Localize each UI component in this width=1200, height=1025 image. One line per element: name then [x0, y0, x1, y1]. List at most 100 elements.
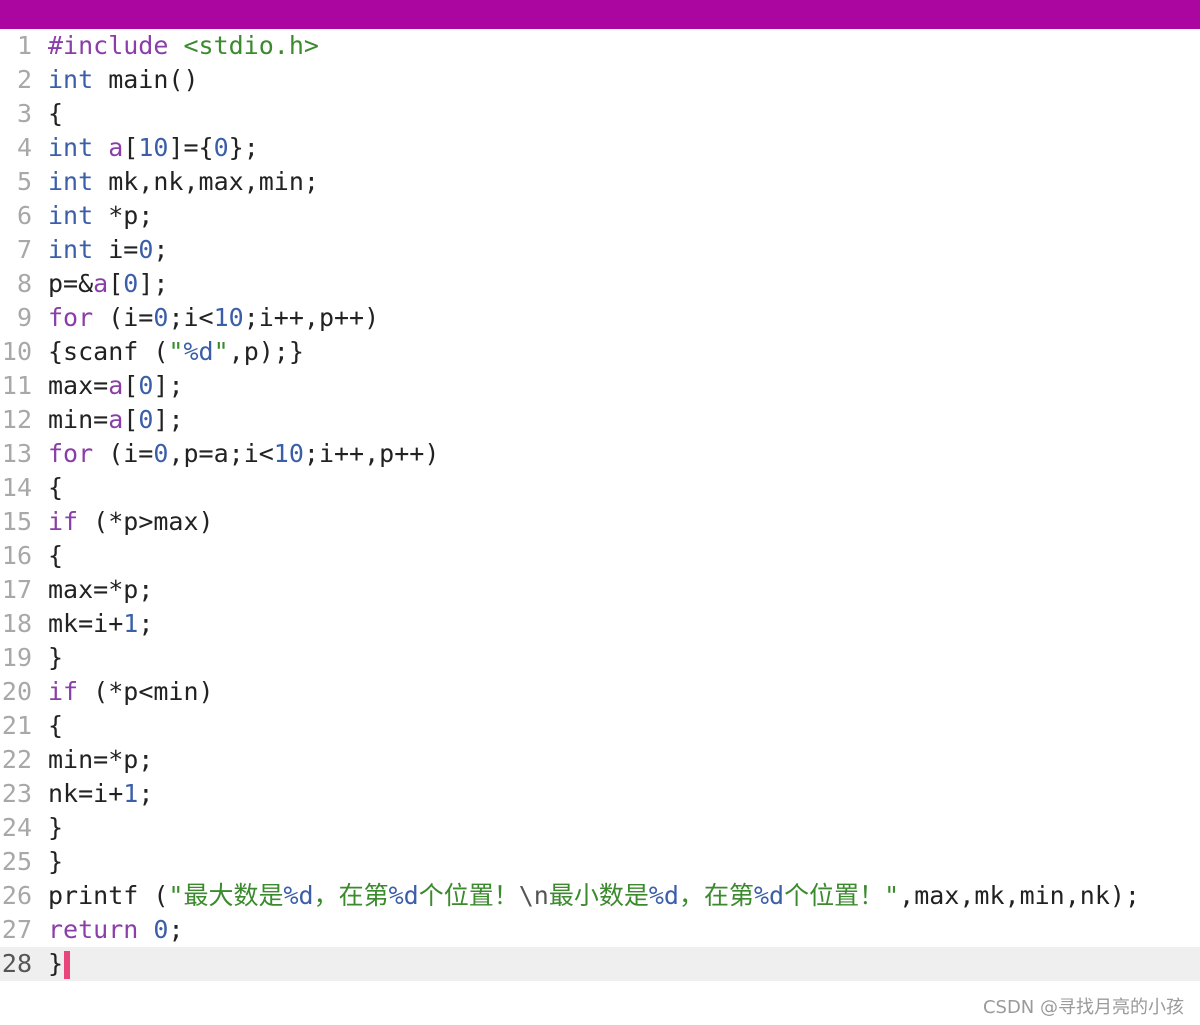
code-token: a [108, 371, 124, 400]
code-line[interactable]: 6 int *p; [0, 199, 1200, 233]
line-number: 16 [1, 541, 32, 570]
line-number: 13 [1, 439, 32, 468]
code-text[interactable]: for (i=0;i<10;i++,p++) [48, 301, 379, 335]
code-text[interactable]: {scanf ("%d",p);} [48, 335, 304, 369]
code-text[interactable]: #include <stdio.h> [48, 29, 319, 63]
line-number: 10 [1, 337, 32, 366]
code-line[interactable]: 16 { [0, 539, 1200, 573]
code-text[interactable]: } [48, 811, 63, 845]
code-line[interactable]: 27 return 0; [0, 913, 1200, 947]
line-number: 21 [1, 711, 32, 740]
code-line[interactable]: 4 int a[10]={0}; [0, 131, 1200, 165]
code-token: [ [123, 133, 139, 162]
code-text[interactable]: } [48, 845, 63, 879]
code-line[interactable]: 1 #include <stdio.h> [0, 29, 1200, 63]
code-text[interactable]: min=*p; [48, 743, 153, 777]
code-token: %d [283, 881, 314, 910]
code-token: a [93, 269, 109, 298]
code-text[interactable]: { [48, 471, 63, 505]
line-number: 4 [16, 133, 32, 162]
code-text[interactable]: int a[10]={0}; [48, 131, 259, 165]
code-line[interactable]: 14 { [0, 471, 1200, 505]
line-number: 8 [16, 269, 32, 298]
code-text[interactable]: int *p; [48, 199, 153, 233]
code-token: ]; [153, 371, 184, 400]
code-text[interactable]: nk=i+1; [48, 777, 153, 811]
code-line[interactable]: 26 printf ("最大数是%d，在第%d个位置！\n最小数是%d，在第%d个… [0, 879, 1200, 913]
code-token: for [48, 303, 94, 332]
code-line[interactable]: 12 min=a[0]; [0, 403, 1200, 437]
code-line[interactable]: 17 max=*p; [0, 573, 1200, 607]
code-line[interactable]: 19} [0, 641, 1200, 675]
code-token: ，在第 [313, 881, 389, 910]
line-number: 20 [1, 677, 32, 706]
code-line[interactable]: 28} [0, 947, 1200, 981]
code-token: int [48, 167, 94, 196]
code-token: ; [168, 915, 184, 944]
code-text[interactable]: { [48, 97, 63, 131]
code-line[interactable]: 7 int i=0; [0, 233, 1200, 267]
code-text[interactable]: } [48, 641, 63, 675]
code-token: ;i++,p++) [243, 303, 380, 332]
line-number: 28 [1, 949, 32, 978]
code-token: int [48, 235, 94, 264]
code-text[interactable]: } [48, 947, 71, 981]
code-token: printf ( [48, 881, 169, 910]
code-text[interactable]: if (*p>max) [48, 505, 214, 539]
code-token: 10 [273, 439, 304, 468]
code-token: %d [388, 881, 419, 910]
code-token: } [48, 949, 64, 978]
code-text[interactable]: printf ("最大数是%d，在第%d个位置！\n最小数是%d，在第%d个位置… [48, 879, 1140, 913]
code-line[interactable]: 9 for (i=0;i<10;i++,p++) [0, 301, 1200, 335]
code-token: ; [138, 779, 154, 808]
code-line[interactable]: 13 for (i=0,p=a;i<10;i++,p++) [0, 437, 1200, 471]
code-line[interactable]: 10 {scanf ("%d",p);} [0, 335, 1200, 369]
code-line[interactable]: 23 nk=i+1; [0, 777, 1200, 811]
code-text[interactable]: max=a[0]; [48, 369, 184, 403]
code-line[interactable]: 15 if (*p>max) [0, 505, 1200, 539]
line-number: 9 [16, 303, 32, 332]
code-line[interactable]: 5 int mk,nk,max,min; [0, 165, 1200, 199]
code-text[interactable]: int mk,nk,max,min; [48, 165, 319, 199]
code-text[interactable]: for (i=0,p=a;i<10;i++,p++) [48, 437, 439, 471]
code-line[interactable]: 18 mk=i+1; [0, 607, 1200, 641]
line-number: 23 [1, 779, 32, 808]
code-editor[interactable]: 1 #include <stdio.h> 2 int main() 3{4 int a[1… [0, 29, 1200, 1025]
code-line[interactable]: 2 int main() [0, 63, 1200, 97]
line-number: 7 [16, 235, 32, 264]
code-area[interactable]: 1 #include <stdio.h> 2 int main() 3{4 int a[1… [0, 29, 1200, 981]
code-text[interactable]: max=*p; [48, 573, 153, 607]
code-token: 0 [213, 133, 229, 162]
code-line[interactable]: 24} [0, 811, 1200, 845]
code-token: ]; [153, 405, 184, 434]
code-text[interactable]: int main() [48, 63, 199, 97]
code-line[interactable]: 20 if (*p<min) [0, 675, 1200, 709]
code-text[interactable]: { [48, 539, 63, 573]
code-text[interactable]: if (*p<min) [48, 675, 214, 709]
code-token: if [48, 677, 79, 706]
code-token: ; [138, 609, 154, 638]
code-token: int [48, 65, 94, 94]
line-number: 2 [16, 65, 32, 94]
code-text[interactable]: { [48, 709, 63, 743]
code-line[interactable]: 25} [0, 845, 1200, 879]
code-text[interactable]: min=a[0]; [48, 403, 184, 437]
code-line[interactable]: 8 p=&a[0]; [0, 267, 1200, 301]
code-line[interactable]: 11 max=a[0]; [0, 369, 1200, 403]
code-token: ,p=a;i< [168, 439, 274, 468]
code-token: nk=i+ [48, 779, 124, 808]
code-token: } [48, 643, 64, 672]
code-token: 0 [153, 303, 169, 332]
code-line[interactable]: 22 min=*p; [0, 743, 1200, 777]
code-line[interactable]: 3{ [0, 97, 1200, 131]
code-token: {scanf ( [48, 337, 169, 366]
code-text[interactable]: return 0; [48, 913, 184, 947]
code-line[interactable]: 21 { [0, 709, 1200, 743]
code-text[interactable]: mk=i+1; [48, 607, 153, 641]
watermark: CSDN @寻找月亮的小孩 [982, 997, 1184, 1018]
code-text[interactable]: p=&a[0]; [48, 267, 168, 301]
code-token: main() [93, 65, 199, 94]
code-token: 0 [138, 405, 154, 434]
code-text[interactable]: int i=0; [48, 233, 168, 267]
code-token: 1 [123, 779, 139, 808]
